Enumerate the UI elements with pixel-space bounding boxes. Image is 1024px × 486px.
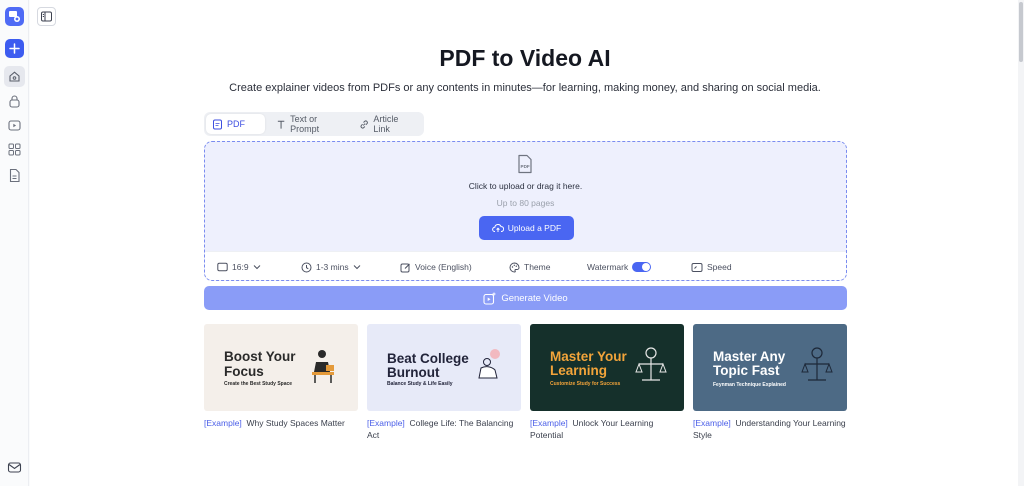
aspect-ratio-select[interactable]: 16:9 [217, 252, 261, 280]
grid-icon[interactable] [7, 142, 22, 157]
thumb-subtitle: Customize Study for Success [550, 381, 621, 387]
example-thumbnail[interactable]: Master Your Learning Customize Study for… [530, 324, 684, 411]
example-card[interactable]: Beat College Burnout Balance Study & Lif… [367, 324, 521, 441]
pdf-file-icon: PDF [518, 154, 532, 174]
watermark-label: Watermark [587, 262, 629, 272]
voice-select[interactable]: Voice (English) [400, 252, 472, 280]
upload-dropzone[interactable]: PDF Click to upload or drag it here. Up … [204, 141, 847, 281]
thumb-title-line-1: Master Any [713, 349, 786, 364]
example-caption-text: Why Study Spaces Matter [246, 418, 345, 428]
video-icon[interactable] [7, 118, 22, 133]
speed-label: Speed [707, 262, 732, 272]
text-icon [277, 120, 285, 129]
generate-video-button[interactable]: Generate Video [204, 286, 847, 310]
thumb-title-line-2: Learning [550, 363, 608, 378]
example-caption[interactable]: [Example] College Life: The Balancing Ac… [367, 417, 521, 441]
logo-icon[interactable] [5, 7, 24, 26]
thumb-subtitle: Balance Study & Life Easily [387, 381, 453, 387]
page-subtitle: Create explainer videos from PDFs or any… [229, 82, 821, 94]
cloud-upload-icon [491, 223, 504, 232]
upload-pdf-label: Upload a PDF [507, 223, 562, 233]
tab-pdf[interactable]: PDF [206, 114, 265, 134]
toggle-knob [642, 263, 651, 271]
example-card[interactable]: Boost Your Focus Create the Best Study S… [204, 324, 358, 429]
document-icon[interactable] [7, 168, 22, 183]
watermark-setting: Watermark [587, 252, 652, 280]
watermark-toggle[interactable] [632, 262, 652, 272]
theme-select[interactable]: Theme [509, 252, 551, 280]
clock-icon [301, 262, 312, 272]
example-tag: [Example] [367, 418, 405, 428]
tab-article-label: Article Link [373, 114, 399, 134]
page-title: PDF to Video AI [439, 45, 611, 71]
thumb-title-line-2: Focus [224, 364, 264, 379]
tab-article-link[interactable]: Article Link [353, 114, 421, 134]
sidebar-toggle-button[interactable] [37, 7, 56, 26]
video-options-bar: 16:9 1-3 mins Voice (English) Theme Wate… [205, 251, 846, 280]
pdf-icon [213, 119, 222, 129]
thumb-title-line-1: Master Your [550, 349, 627, 364]
lock-icon[interactable] [7, 94, 22, 109]
tab-text-label: Text or Prompt [290, 114, 320, 134]
aspect-ratio-value: 16:9 [232, 262, 249, 272]
speed-select[interactable]: Speed [691, 252, 732, 280]
example-thumbnail[interactable]: Master Any Topic Fast Feynman Technique … [693, 324, 847, 411]
thumb-title-line-1: Beat College [387, 351, 469, 366]
generate-video-label: Generate Video [501, 292, 568, 304]
thumb-title-line-2: Burnout [387, 365, 440, 380]
upload-pdf-button[interactable]: Upload a PDF [479, 216, 574, 240]
thumb-subtitle: Feynman Technique Explained [713, 382, 786, 388]
example-tag: [Example] [204, 418, 242, 428]
input-tabs: PDF Text or Prompt Article Link [204, 112, 424, 136]
aspect-ratio-icon [217, 262, 228, 272]
example-card[interactable]: Master Any Topic Fast Feynman Technique … [693, 324, 847, 441]
example-caption[interactable]: [Example] Unlock Your Learning Potential [530, 417, 684, 441]
example-caption[interactable]: [Example] Why Study Spaces Matter [204, 417, 358, 429]
thumb-title-line-2: Topic Fast [713, 363, 780, 378]
example-tag: [Example] [693, 418, 731, 428]
voice-value: Voice (English) [415, 262, 472, 272]
mail-icon[interactable] [7, 460, 22, 475]
thumb-subtitle: Create the Best Study Space [224, 381, 293, 387]
svg-text:PDF: PDF [521, 164, 530, 169]
sidebar [0, 0, 29, 486]
video-sparkle-icon [483, 292, 496, 305]
main-content: PDF to Video AI Create explainer videos … [30, 0, 1024, 486]
example-card[interactable]: Master Your Learning Customize Study for… [530, 324, 684, 441]
voice-edit-icon [400, 263, 410, 272]
upload-instruction: Click to upload or drag it here. [468, 181, 583, 191]
example-thumbnail[interactable]: Beat College Burnout Balance Study & Lif… [367, 324, 521, 411]
upload-limit: Up to 80 pages [496, 198, 555, 208]
balance-scale-illustration [635, 347, 667, 381]
duration-select[interactable]: 1-3 mins [301, 252, 361, 280]
student-desk-illustration [312, 350, 334, 383]
palette-icon [509, 261, 520, 273]
speed-icon [691, 262, 703, 272]
relaxing-student-illustration [478, 349, 500, 379]
chevron-down-icon [253, 265, 260, 270]
link-icon [360, 120, 368, 128]
example-caption[interactable]: [Example] Understanding Your Learning St… [693, 417, 847, 441]
example-thumbnail[interactable]: Boost Your Focus Create the Best Study S… [204, 324, 358, 411]
example-tag: [Example] [530, 418, 568, 428]
theme-label: Theme [524, 262, 551, 272]
scrollbar[interactable] [1018, 0, 1024, 486]
thumb-title-line-1: Boost Your [224, 349, 296, 364]
balance-scale-illustration [801, 347, 833, 381]
tab-text-or-prompt[interactable]: Text or Prompt [270, 114, 350, 134]
chevron-down-icon [353, 265, 360, 270]
tab-pdf-label: PDF [227, 119, 245, 129]
duration-value: 1-3 mins [316, 262, 349, 272]
